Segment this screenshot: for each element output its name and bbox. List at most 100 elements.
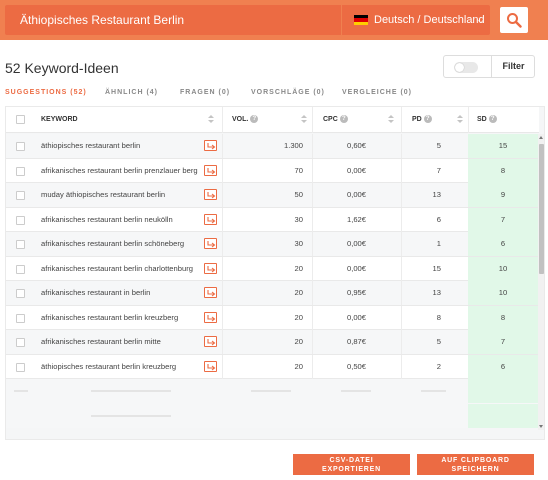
row-checkbox[interactable] [16, 142, 25, 151]
row-checkbox[interactable] [16, 362, 25, 372]
row-checkbox[interactable] [16, 191, 25, 200]
scroll-down-arrow-icon[interactable] [539, 425, 543, 428]
tab-suggestions[interactable]: SUGGESTIONS (52) [5, 89, 87, 96]
pd-cell: 13 [432, 288, 441, 297]
column-pd[interactable]: PD? [412, 107, 432, 133]
sort-icon[interactable] [387, 114, 395, 126]
volume-cell: 70 [294, 165, 303, 175]
info-icon[interactable]: ? [423, 115, 432, 124]
tab-vergleiche[interactable]: VERGLEICHE (0) [342, 89, 412, 96]
sd-cell: 10 [468, 281, 538, 305]
top-search-bar: Äthiopisches Restaurant Berlin Deutsch /… [0, 0, 548, 40]
cell-divider [222, 232, 223, 256]
placeholder-bar [14, 390, 28, 392]
table-row: äthiopisches restaurant berlin kreuzberg… [6, 354, 539, 379]
row-checkbox[interactable] [16, 240, 25, 249]
cpc-cell: 0,00€ [346, 263, 366, 273]
cell-divider [401, 281, 402, 305]
volume-cell: 20 [294, 337, 303, 346]
cell-divider [222, 134, 223, 158]
row-checkbox[interactable] [16, 264, 25, 274]
sd-cell: 15 [468, 134, 538, 158]
cell-divider [312, 354, 313, 379]
volume-cell: 20 [294, 263, 303, 273]
row-checkbox[interactable] [16, 338, 25, 347]
open-keyword-arrow-icon[interactable] [204, 189, 217, 200]
info-icon[interactable]: ? [488, 115, 497, 124]
cell-divider [222, 158, 223, 183]
open-keyword-arrow-icon[interactable] [204, 140, 217, 151]
export-csv-button[interactable]: CSV-DATEI EXPORTIEREN [293, 454, 410, 475]
table-row: afrikanisches restaurant berlin charlott… [6, 256, 539, 281]
row-checkbox[interactable] [16, 289, 25, 298]
cell-divider [312, 305, 313, 330]
cell-divider [312, 183, 313, 207]
language-select[interactable]: Deutsch / Deutschland ⌵ [342, 5, 490, 35]
cell-divider [312, 232, 313, 256]
volume-cell: 1.300 [283, 141, 303, 150]
row-checkbox[interactable] [16, 313, 25, 323]
cell-divider [401, 232, 402, 256]
column-divider [468, 107, 469, 133]
german-flag-icon [354, 15, 368, 25]
tab-aehnlich[interactable]: ÄHNLICH (4) [105, 89, 158, 96]
cell-divider [401, 305, 402, 330]
open-keyword-arrow-icon[interactable] [204, 287, 217, 298]
column-divider [222, 107, 223, 133]
tab-vorschlaege[interactable]: VORSCHLÄGE (0) [251, 89, 325, 96]
column-sd[interactable]: SD? [477, 107, 497, 133]
page-title: 52 Keyword-Ideen [5, 60, 119, 76]
placeholder-bar [91, 414, 171, 417]
open-keyword-arrow-icon[interactable] [204, 213, 217, 225]
sd-cell: 6 [468, 232, 538, 256]
scroll-thumb[interactable] [539, 144, 544, 274]
cell-divider [222, 256, 223, 281]
table-row: afrikanisches restaurant berlin prenzlau… [6, 158, 539, 183]
open-keyword-arrow-icon[interactable] [204, 336, 217, 347]
keyword-table: KEYWORD VOL.? CPC? PD? SD? äthiopisches … [5, 106, 545, 440]
column-cpc[interactable]: CPC? [323, 107, 348, 133]
placeholder-row [6, 403, 539, 428]
open-keyword-arrow-icon[interactable] [204, 164, 217, 176]
keyword-search-input[interactable]: Äthiopisches Restaurant Berlin [5, 5, 341, 35]
row-checkbox[interactable] [16, 215, 25, 225]
sort-icon[interactable] [456, 114, 464, 126]
column-keyword[interactable]: KEYWORD [41, 107, 78, 133]
keyword-cell: äthiopisches restaurant berlin [41, 141, 141, 150]
sort-icon[interactable] [207, 114, 215, 126]
cell-divider [312, 207, 313, 232]
open-keyword-arrow-icon[interactable] [204, 311, 217, 323]
cell-divider [312, 281, 313, 305]
search-icon [507, 13, 522, 28]
column-vol[interactable]: VOL.? [232, 107, 259, 133]
open-keyword-arrow-icon[interactable] [204, 360, 217, 372]
search-button[interactable] [500, 7, 528, 33]
keyword-cell: afrikanisches restaurant berlin neukölln [41, 214, 173, 224]
volume-cell: 20 [294, 288, 303, 297]
copy-clipboard-button[interactable]: AUF CLIPBOARD SPEICHERN [417, 454, 534, 475]
scroll-up-arrow-icon[interactable] [539, 136, 543, 139]
row-checkbox[interactable] [16, 166, 25, 176]
sd-cell: 8 [468, 305, 538, 330]
filter-control: Filter [443, 55, 535, 78]
pd-cell: 7 [436, 165, 441, 175]
filter-toggle[interactable] [454, 62, 478, 73]
pd-cell: 15 [432, 263, 441, 273]
select-all-checkbox[interactable] [16, 115, 25, 124]
info-icon[interactable]: ? [250, 115, 259, 124]
keyword-cell: afrikanisches restaurant berlin kreuzber… [41, 312, 179, 322]
cpc-cell: 1,62€ [346, 214, 366, 224]
column-divider [312, 107, 313, 133]
cell-divider [222, 354, 223, 379]
tab-fragen[interactable]: FRAGEN (0) [180, 89, 230, 96]
open-keyword-arrow-icon[interactable] [204, 262, 217, 274]
sort-icon[interactable] [300, 114, 308, 126]
filter-button[interactable]: Filter [492, 56, 535, 77]
info-icon[interactable]: ? [339, 115, 348, 124]
pd-cell: 2 [436, 361, 441, 371]
open-keyword-arrow-icon[interactable] [204, 238, 217, 249]
table-scrollbar[interactable] [538, 134, 544, 430]
volume-cell: 50 [294, 190, 303, 199]
pd-cell: 1 [436, 239, 441, 248]
cell-divider [222, 330, 223, 354]
